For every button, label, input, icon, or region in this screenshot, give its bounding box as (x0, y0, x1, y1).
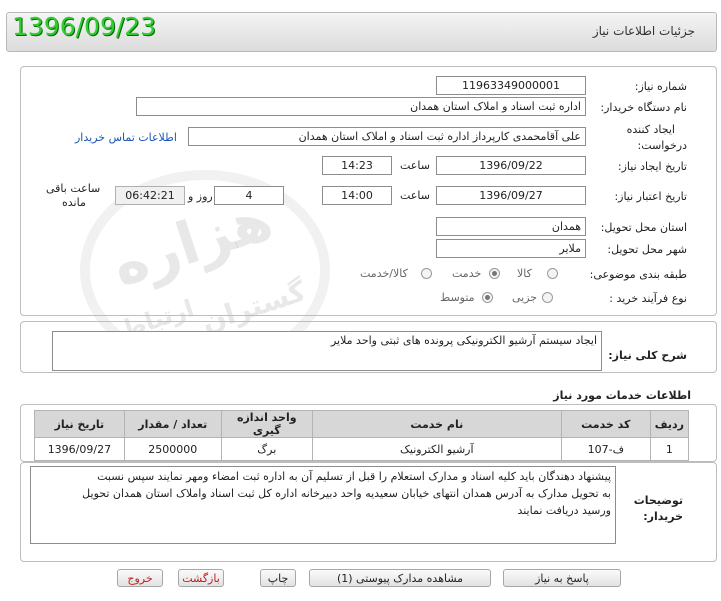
create-time-label: ساعت (400, 159, 430, 172)
exit-button[interactable]: خروج (117, 569, 163, 587)
cell-unit: برگ (220, 437, 313, 461)
need-number-field: 11963349000001 (436, 76, 586, 95)
buyer-org-label: نام دستگاه خریدار: (600, 101, 687, 114)
validity-date-label: تاریخ اعتبار نیاز: (614, 190, 687, 203)
remaining-label-2: مانده (62, 196, 86, 209)
process-option-medium-label: متوسط (440, 291, 475, 304)
cell-need-date: 1396/09/27 (34, 437, 125, 461)
attachments-button[interactable]: مشاهده مدارک پیوستی (1) (309, 569, 491, 587)
province-field: همدان (436, 217, 586, 236)
province-label: استان محل تحویل: (600, 221, 687, 234)
validity-time-field: 14:00 (322, 186, 392, 205)
need-number-label: شماره نیاز: (634, 80, 687, 93)
buyer-notes-line-1: پیشنهاد دهندگان باید کلیه اسناد و مدارک … (97, 470, 611, 483)
buyer-notes-label-2: خریدار: (643, 510, 683, 523)
buyer-contact-link[interactable]: اطلاعات تماس خریدار (75, 131, 177, 144)
create-date-label: تاریخ ایجاد نیاز: (617, 160, 687, 173)
days-label: روز و (188, 190, 213, 203)
requester-label-1: ایجاد کننده (626, 123, 675, 136)
city-label: شهر محل تحویل: (607, 243, 687, 256)
page-header: جزئیات اطلاعات نیاز 1396/09/23 (0, 0, 721, 58)
col-unit: واحد اندازه گیری (220, 410, 313, 438)
remaining-label-1: ساعت باقی (46, 182, 101, 195)
back-button[interactable]: بازگشت (178, 569, 224, 587)
services-table: ردیف کد خدمت نام خدمت واحد اندازه گیری ت… (34, 410, 690, 461)
col-quantity: تعداد / مقدار (123, 410, 222, 438)
buyer-notes-line-3: ورسید دریافت نمایند (517, 504, 611, 517)
col-service-name: نام خدمت (311, 410, 562, 438)
description-label: شرح کلی نیاز: (608, 349, 687, 362)
category-option-service[interactable] (489, 268, 500, 279)
validity-date-field: 1396/09/27 (436, 186, 586, 205)
page-title: جزئیات اطلاعات نیاز (592, 24, 695, 38)
requester-field: علی آقامحمدی کارپرداز اداره ثبت اسناد و … (188, 127, 586, 146)
validity-time-label: ساعت (400, 189, 430, 202)
create-date-field: 1396/09/22 (436, 156, 586, 175)
header-date: 1396/09/23 (12, 12, 157, 41)
remaining-time-field: 06:42:21 (115, 186, 185, 205)
reply-button[interactable]: پاسخ به نیاز (503, 569, 621, 587)
create-time-field: 14:23 (322, 156, 392, 175)
requester-label-2: درخواست: (637, 139, 687, 152)
col-need-date: تاریخ نیاز (34, 410, 125, 438)
cell-service-code: ف-107 (560, 437, 651, 461)
process-option-minor-label: جزیی (512, 291, 538, 304)
cell-quantity: 2500000 (123, 437, 222, 461)
cell-row: 1 (649, 437, 690, 461)
city-field: ملایر (436, 239, 586, 258)
col-row: ردیف (649, 410, 690, 438)
process-type-label: نوع فرآیند خرید : (609, 292, 687, 305)
category-option-service-label: خدمت (452, 267, 482, 280)
buyer-notes-line-2: به تحویل مدارک به آدرس همدان انتهای خیاب… (82, 487, 611, 500)
buyer-notes-field: پیشنهاد دهندگان باید کلیه اسناد و مدارک … (30, 466, 616, 544)
category-label: طبقه بندی موضوعی: (589, 268, 687, 281)
category-option-both-label: کالا/خدمت (360, 267, 408, 280)
category-option-both[interactable] (421, 268, 432, 279)
remaining-days-field: 4 (214, 186, 284, 205)
buyer-org-field: اداره ثبت اسناد و املاک استان همدان (136, 97, 586, 116)
description-field: ایجاد سیستم آرشیو الکترونیکی پرونده های … (52, 331, 602, 371)
category-option-goods[interactable] (547, 268, 558, 279)
print-button[interactable]: چاپ (260, 569, 296, 587)
col-service-code: کد خدمت (560, 410, 651, 438)
buyer-notes-label-1: توضیحات (633, 494, 683, 507)
process-option-minor[interactable] (542, 292, 553, 303)
cell-service-name: آرشیو الکترونیک (311, 437, 562, 461)
process-option-medium[interactable] (482, 292, 493, 303)
services-header-row: ردیف کد خدمت نام خدمت واحد اندازه گیری ت… (34, 410, 690, 438)
services-title: اطلاعات خدمات مورد نیاز (553, 389, 691, 402)
category-option-goods-label: کالا (517, 267, 532, 280)
table-row: 1 ف-107 آرشیو الکترونیک برگ 2500000 1396… (34, 437, 690, 461)
